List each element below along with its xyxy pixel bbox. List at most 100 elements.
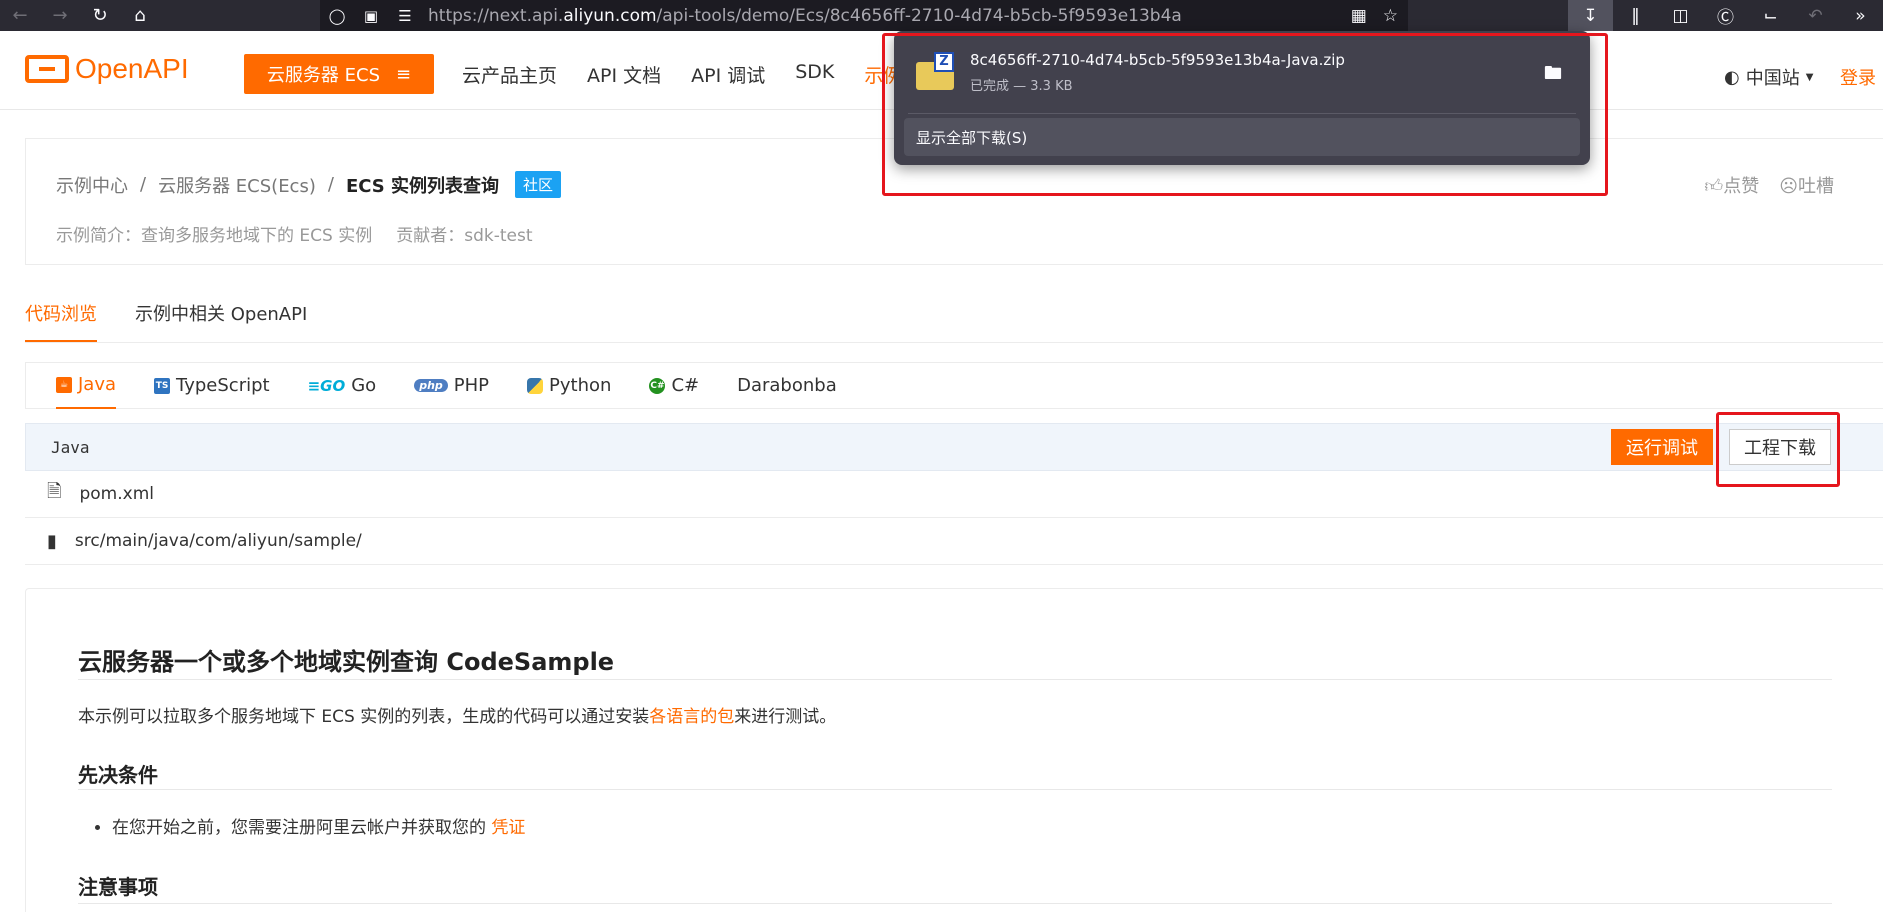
main-nav: 云产品主页 API 文档 API 调试 SDK 示例 [462, 61, 902, 88]
lang-tab-typescript[interactable]: TS TypeScript [154, 362, 270, 409]
forward-icon[interactable]: → [40, 0, 80, 31]
breadcrumb-sample-center[interactable]: 示例中心 [56, 172, 128, 198]
content-tabs: 代码浏览 示例中相关 OpenAPI [25, 300, 307, 343]
readme-intro: 本示例可以拉取多个服务地域下 ECS 实例的列表，生成的代码可以通过安装各语言的… [78, 702, 836, 727]
back-icon[interactable]: ← [0, 0, 40, 31]
downloads-icon[interactable]: ↧ [1568, 0, 1613, 31]
nav-sdk[interactable]: SDK [795, 61, 834, 88]
reload-icon[interactable]: ↻ [80, 0, 120, 31]
prereq-list: 在您开始之前，您需要注册阿里云帐户并获取您的 凭证 [112, 813, 525, 838]
browser-toolbar: ← → ↻ ⌂ ◯ ▣ ☰ https://next.api.aliyun.co… [0, 0, 1883, 31]
lock-icon[interactable]: ▣ [354, 7, 388, 25]
readme-title: 云服务器一个或多个地域实例查询 CodeSample [78, 648, 615, 676]
lang-tab-darabonba[interactable]: Darabonba [737, 362, 837, 409]
python-icon [527, 377, 544, 394]
file-row[interactable]: 🗎︎ pom.xml [25, 471, 1883, 518]
credentials-link[interactable]: 凭证 [491, 818, 525, 838]
caret-down-icon: ▼ [1805, 71, 1814, 83]
url-text[interactable]: https://next.api.aliyun.com/api-tools/de… [428, 6, 1182, 26]
hamburger-icon: ≡ [396, 63, 412, 85]
sample-intro: 示例简介：查询多服务地域下的 ECS 实例 [56, 226, 373, 246]
breadcrumb: 示例中心 / 云服务器 ECS(Ecs) / ECS 实例列表查询 社区 [56, 171, 562, 198]
folder-row[interactable]: ▮ src/main/java/com/aliyun/sample/ [25, 518, 1883, 565]
java-icon: ☕ [56, 376, 72, 393]
openapi-logo[interactable]: OpenAPI [25, 53, 189, 85]
nav-product-home[interactable]: 云产品主页 [462, 61, 557, 88]
lang-label: Darabonba [737, 375, 837, 396]
breadcrumb-ecs[interactable]: 云服务器 ECS(Ecs) [158, 172, 316, 198]
go-icon: ≡GO [307, 376, 346, 395]
home-icon[interactable]: ⌂ [120, 0, 160, 31]
file-icon: 🗎︎ [47, 481, 62, 502]
product-menu-button[interactable]: 云服务器 ECS ≡ [244, 54, 434, 94]
url-bar[interactable]: ◯ ▣ ☰ https://next.api.aliyun.com/api-to… [320, 0, 1408, 31]
nav-api-debug[interactable]: API 调试 [691, 61, 765, 88]
region-selector[interactable]: ◐ 中国站 ▼ [1724, 64, 1813, 90]
undo-icon[interactable]: ↶ [1793, 0, 1838, 31]
sidebar-icon[interactable]: ◫ [1658, 0, 1703, 31]
readme-panel: 云服务器一个或多个地域实例查询 CodeSample 本示例可以拉取多个服务地域… [25, 588, 1883, 912]
prereq-heading: 先决条件 [78, 763, 158, 787]
breadcrumb-separator: / [327, 174, 334, 195]
url-path: /api-tools/demo/Ecs/8c4656ff-2710-4d74-b… [656, 5, 1182, 26]
tabs-divider [25, 342, 1883, 343]
logo-text: OpenAPI [75, 53, 189, 84]
tab-code-browse[interactable]: 代码浏览 [25, 300, 97, 343]
shield-icon[interactable]: ◯ [320, 7, 354, 25]
lang-label: Go [351, 375, 377, 396]
lang-label: Python [549, 375, 612, 396]
bookmark-star-icon[interactable]: ☆ [1383, 6, 1398, 26]
permissions-icon[interactable]: ☰ [388, 7, 422, 25]
frown-icon: ☹ [1779, 176, 1798, 197]
logo-mark-icon [25, 55, 69, 83]
prereq-text: 在您开始之前，您需要注册阿里云帐户并获取您的 [112, 818, 492, 838]
qr-code-icon[interactable]: ▦ [1351, 6, 1367, 26]
list-item: 在您开始之前，您需要注册阿里云帐户并获取您的 凭证 [112, 813, 525, 838]
lang-tab-java[interactable]: ☕ Java [56, 362, 117, 409]
breadcrumb-separator: / [140, 174, 147, 195]
url-prefix: https://next.api. [428, 5, 564, 26]
like-label: 点赞 [1723, 176, 1760, 197]
sample-description: 示例简介：查询多服务地域下的 ECS 实例 贡献者：sdk-test [56, 221, 533, 246]
lang-tab-python[interactable]: Python [527, 362, 611, 409]
typescript-icon: TS [154, 377, 171, 394]
complain-button[interactable]: ☹吐槽 [1779, 172, 1834, 198]
url-domain: aliyun.com [563, 5, 657, 26]
lang-label: Java [78, 374, 117, 395]
file-name: pom.xml [79, 484, 154, 504]
readme-divider [78, 903, 1832, 904]
folder-icon: ▮ [47, 530, 57, 552]
run-debug-button[interactable]: 运行调试 [1611, 429, 1713, 465]
library-icon[interactable]: ‖ [1613, 0, 1658, 31]
code-language-label: Java [51, 438, 90, 457]
breadcrumb-current: ECS 实例列表查询 [345, 175, 500, 197]
lang-label: C# [671, 375, 700, 396]
readme-divider [78, 679, 1832, 680]
php-icon: php [414, 379, 448, 392]
lang-tab-go[interactable]: ≡GO Go [308, 362, 377, 409]
like-button[interactable]: 👍︎点赞 [1704, 172, 1759, 198]
feedback-actions: 👍︎点赞 ☹吐槽 [1704, 172, 1834, 198]
lang-label: PHP [453, 375, 490, 396]
readme-intro-text-end: 来进行测试。 [734, 707, 837, 727]
overflow-chevron-icon[interactable]: » [1838, 0, 1883, 31]
extension-c-icon[interactable]: Ⓒ [1703, 0, 1748, 31]
tab-related-openapi[interactable]: 示例中相关 OpenAPI [135, 300, 307, 343]
readme-divider [78, 789, 1832, 790]
readme-intro-text: 本示例可以拉取多个服务地域下 ECS 实例的列表，生成的代码可以通过安装 [78, 707, 650, 727]
folder-name: src/main/java/com/aliyun/sample/ [74, 531, 362, 551]
crop-icon[interactable]: ⌙ [1748, 0, 1793, 31]
login-link[interactable]: 登录 [1840, 64, 1876, 90]
product-button-label: 云服务器 ECS [266, 65, 380, 86]
community-badge: 社区 [515, 171, 562, 198]
csharp-icon: C# [649, 377, 666, 394]
region-label: 中国站 [1745, 68, 1800, 89]
thumbs-up-icon: 👍︎ [1704, 176, 1724, 197]
lang-tab-php[interactable]: php PHP [414, 362, 489, 409]
nav-api-docs[interactable]: API 文档 [587, 61, 661, 88]
lang-label: TypeScript [176, 375, 270, 396]
language-packages-link[interactable]: 各语言的包 [649, 707, 734, 727]
highlight-box-downloads-panel [882, 33, 1608, 196]
lang-tab-csharp[interactable]: C# C# [649, 362, 699, 409]
notes-heading: 注意事项 [78, 875, 158, 899]
